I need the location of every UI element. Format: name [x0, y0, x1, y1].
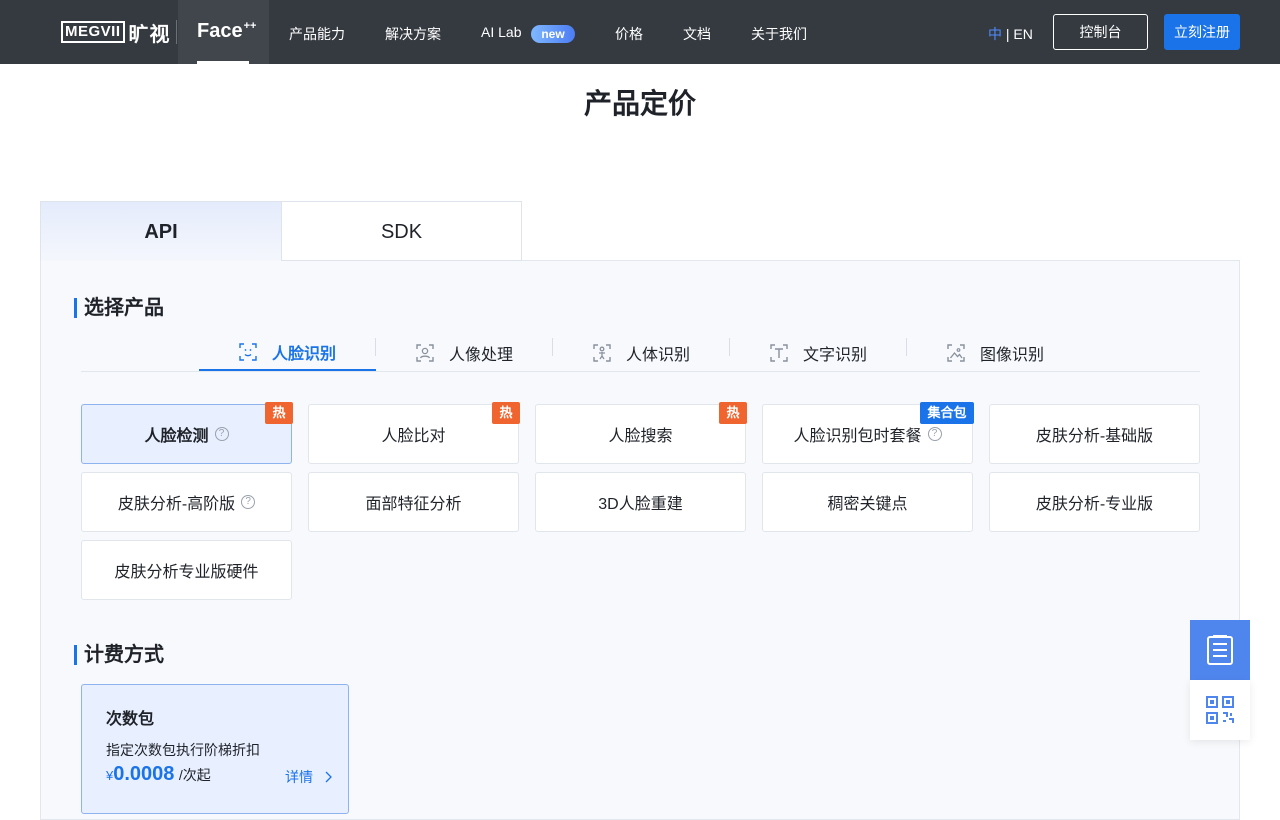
hot-badge: 热 [492, 402, 520, 424]
product-card-3d-face[interactable]: 3D人脸重建 [535, 472, 746, 532]
qrcode-icon [1206, 696, 1234, 724]
page-title: 产品定价 [583, 88, 696, 119]
hot-badge: 热 [265, 402, 293, 424]
category-tab-portrait[interactable]: 人像处理 [376, 334, 553, 371]
product-label: 人脸检测 [144, 428, 209, 445]
nav-item-products[interactable]: 产品能力 [289, 24, 345, 44]
product-card-skin-basic[interactable]: 皮肤分析-基础版 [989, 404, 1200, 464]
logo-latin: MEGVII [61, 21, 125, 43]
billing-heading: 计费方式 [74, 645, 164, 665]
portrait-icon [416, 343, 434, 362]
product-label: 人脸识别包时套餐 [793, 428, 922, 445]
hot-badge: 热 [719, 402, 747, 424]
category-label: 文字识别 [802, 346, 867, 364]
product-label: 稠密关键点 [827, 496, 908, 513]
active-indicator [197, 61, 249, 64]
billing-card-title: 次数包 [106, 711, 155, 728]
language-switch: 中 | EN [988, 26, 1033, 42]
category-tab-text[interactable]: 文字识别 [730, 334, 907, 371]
category-label: 人脸识别 [271, 345, 336, 363]
product-label: 皮肤分析-高阶版 [117, 496, 236, 513]
logo-cn: 旷视 [128, 23, 171, 46]
nav-item-solutions[interactable]: 解决方案 [385, 24, 441, 44]
megvii-logo[interactable]: MEGVII 旷视 [61, 19, 171, 46]
floating-docs-button[interactable] [1190, 620, 1250, 680]
tab-sdk[interactable]: SDK [281, 201, 522, 261]
category-tabs-rule [81, 371, 1200, 372]
billing-card-desc: 指定次数包执行阶梯折扣 [106, 742, 260, 758]
top-navbar: MEGVII 旷视 Face++ 产品能力 解决方案 AI Lab new 价格… [0, 0, 1280, 64]
product-label: 人脸搜索 [608, 428, 673, 445]
faceplusplus-home-tab[interactable]: Face++ [178, 0, 269, 64]
select-product-heading: 选择产品 [74, 298, 164, 318]
product-card-dense-landmarks[interactable]: 稠密关键点 [762, 472, 973, 532]
product-label: 人脸比对 [381, 428, 446, 445]
product-label: 3D人脸重建 [598, 496, 683, 513]
image-icon [947, 343, 965, 362]
help-icon[interactable]: ? [214, 427, 229, 441]
nav-item-docs[interactable]: 文档 [683, 24, 711, 44]
category-tab-face-recognition[interactable]: 人脸识别 [199, 334, 376, 371]
text-icon [770, 343, 788, 362]
product-card-face-bundle[interactable]: 人脸识别包时套餐 ? 集合包 [762, 402, 974, 464]
product-label: 皮肤分析专业版硬件 [114, 564, 259, 581]
nav-item-about[interactable]: 关于我们 [751, 24, 807, 44]
help-icon[interactable]: ? [927, 427, 942, 441]
billing-detail-link[interactable]: 详情 [285, 767, 333, 787]
product-card-facial-features[interactable]: 面部特征分析 [308, 472, 519, 532]
product-card-skin-pro-hardware[interactable]: 皮肤分析专业版硬件 [81, 540, 292, 600]
product-label: 皮肤分析-专业版 [1035, 496, 1154, 513]
product-label: 面部特征分析 [365, 496, 462, 513]
category-tab-body[interactable]: 人体识别 [553, 334, 730, 371]
product-card-skin-advanced[interactable]: 皮肤分析-高阶版 ? [81, 472, 292, 532]
new-badge: new [531, 25, 575, 43]
logo-divider [176, 20, 177, 44]
lang-en-link[interactable]: EN [1013, 26, 1032, 42]
category-label: 人体识别 [625, 346, 690, 364]
product-card-face-search[interactable]: 人脸搜索 热 [535, 402, 747, 464]
bundle-badge: 集合包 [920, 402, 974, 424]
billing-card-package[interactable]: 次数包 指定次数包执行阶梯折扣 ¥0.0008 /次起 详情 [81, 684, 349, 814]
console-button[interactable]: 控制台 [1053, 14, 1148, 50]
product-name: Face++ [197, 20, 257, 42]
billing-price: ¥0.0008 /次起 [106, 763, 211, 785]
lang-zh-link[interactable]: 中 [988, 26, 1002, 42]
chevron-right-icon [325, 771, 332, 783]
help-icon[interactable]: ? [241, 495, 256, 509]
category-tab-image[interactable]: 图像识别 [907, 334, 1084, 371]
clipboard-icon [1207, 635, 1233, 665]
category-label: 图像识别 [979, 346, 1044, 364]
register-button[interactable]: 立刻注册 [1164, 14, 1240, 50]
product-card-face-compare[interactable]: 人脸比对 热 [308, 402, 520, 464]
nav-item-pricing[interactable]: 价格 [615, 24, 643, 44]
product-card-skin-pro[interactable]: 皮肤分析-专业版 [989, 472, 1200, 532]
floating-qrcode-button[interactable] [1190, 680, 1250, 740]
nav-item-ai-lab[interactable]: AI Lab [481, 24, 521, 40]
body-icon [593, 343, 611, 362]
tab-api[interactable]: API [40, 201, 282, 261]
category-label: 人像处理 [448, 346, 513, 364]
face-scan-icon [239, 342, 257, 361]
product-label: 皮肤分析-基础版 [1035, 428, 1154, 445]
product-card-face-detection[interactable]: 人脸检测 ? 热 [81, 402, 293, 464]
